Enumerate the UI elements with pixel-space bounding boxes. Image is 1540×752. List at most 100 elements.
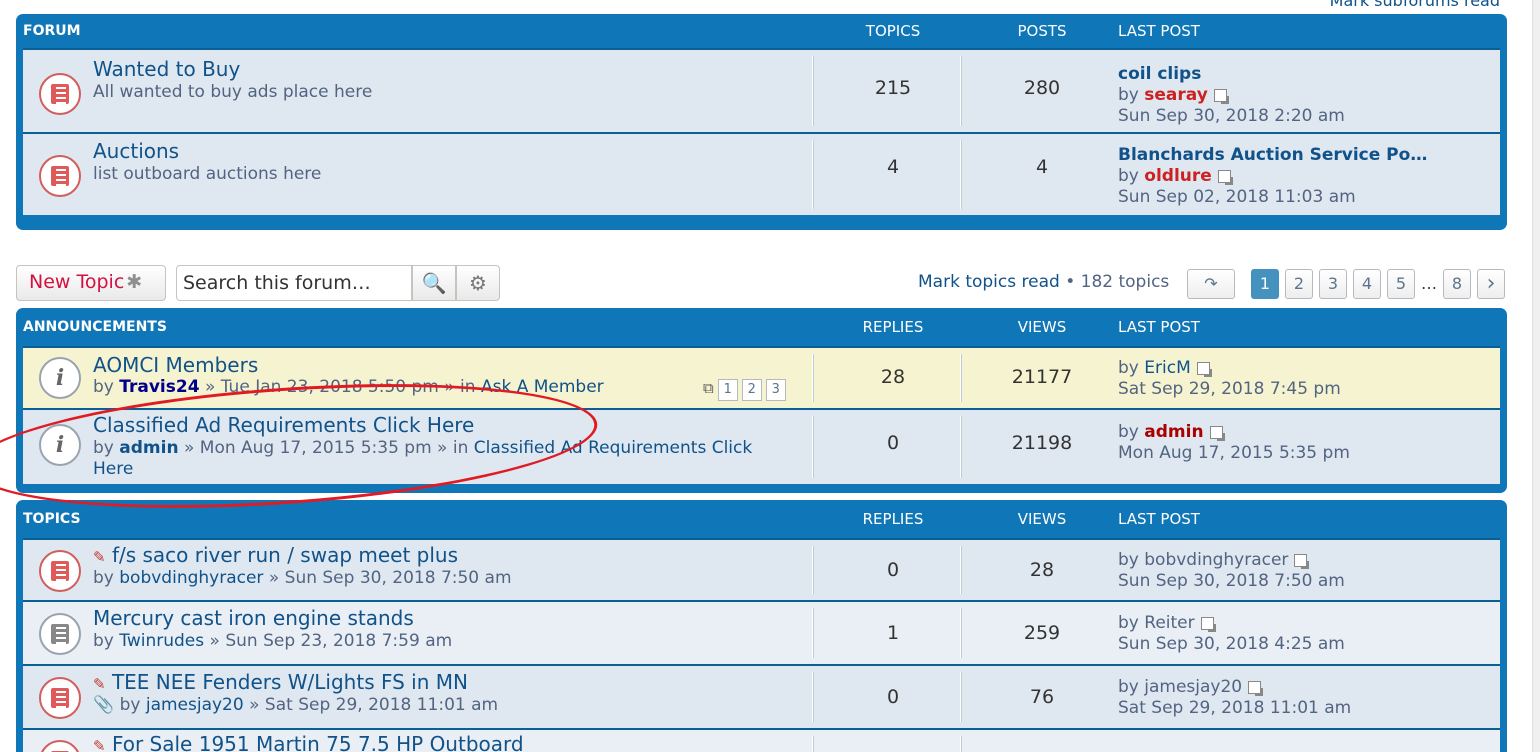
- topic-date: » Mon Aug 17, 2015 5:35 pm » in: [183, 438, 469, 458]
- view-latest-post-icon[interactable]: [1248, 680, 1264, 696]
- views-count: 21177: [1011, 366, 1073, 388]
- last-post-user[interactable]: Reiter: [1144, 613, 1194, 633]
- search-icon: 🔍: [421, 271, 447, 295]
- topic-title[interactable]: For Sale 1951 Martin 75 7.5 HP Outboard: [112, 732, 524, 752]
- mark-topics-read-link[interactable]: Mark topics read: [918, 272, 1060, 292]
- search-button[interactable]: 🔍: [412, 265, 456, 301]
- forum-row[interactable]: Auctions list outboard auctions here 4 4…: [23, 132, 1500, 215]
- gear-icon: ⚙: [469, 271, 487, 295]
- view-latest-post-icon[interactable]: [1200, 616, 1216, 632]
- topic-row[interactable]: ✎ TEE NEE Fenders W/Lights FS in MN 📎 by…: [23, 664, 1500, 728]
- info-icon: i: [39, 357, 81, 399]
- forum-last-post: coil clips by searay Sun Sep 30, 2018 2:…: [1118, 64, 1345, 127]
- topic-author[interactable]: bobvdinghyracer: [119, 568, 263, 588]
- topic-author[interactable]: Twinrudes: [119, 631, 204, 651]
- by-label: by: [93, 568, 114, 588]
- by-label: by: [1118, 422, 1139, 442]
- last-post-date: Mon Aug 17, 2015 5:35 pm: [1118, 443, 1350, 463]
- header-last-post: LAST POST: [1118, 22, 1200, 40]
- page-3-button[interactable]: 3: [1319, 269, 1347, 299]
- topics-count: 182 topics: [1080, 272, 1170, 292]
- topic-author[interactable]: jamesjay20: [146, 695, 244, 715]
- attachment-icon: 📎: [93, 695, 115, 715]
- last-post-title[interactable]: Blanchards Auction Service Po…: [1118, 145, 1427, 166]
- last-post-user[interactable]: searay: [1144, 85, 1208, 105]
- announcement-row[interactable]: i Classified Ad Requirements Click Here …: [23, 408, 1500, 484]
- header-topics: TOPICS: [865, 22, 921, 40]
- topic-title[interactable]: Mercury cast iron engine stands: [93, 606, 414, 630]
- last-post-user[interactable]: bobvdinghyracer: [1144, 550, 1288, 570]
- topic-title-wrap: ✎ For Sale 1951 Martin 75 7.5 HP Outboar…: [93, 732, 524, 752]
- topic-read-icon: [39, 740, 81, 752]
- forum-description: list outboard auctions here: [93, 164, 322, 184]
- forum-title[interactable]: Auctions: [93, 139, 179, 163]
- column-divider: [812, 672, 814, 722]
- last-post-date: Sat Sep 29, 2018 7:45 pm: [1118, 379, 1341, 399]
- jump-to-page-button[interactable]: ↷: [1187, 269, 1235, 299]
- by-label: by: [1118, 550, 1139, 570]
- views-count: 21198: [1011, 432, 1073, 454]
- page-5-button[interactable]: 5: [1387, 269, 1415, 299]
- topic-meta: by bobvdinghyracer » Sun Sep 30, 2018 7:…: [93, 568, 512, 588]
- view-latest-post-icon[interactable]: [1209, 425, 1225, 441]
- column-divider: [960, 416, 962, 478]
- header-forum: FORUM: [23, 23, 81, 39]
- topic-title[interactable]: f/s saco river run / swap meet plus: [112, 543, 458, 567]
- page-4-button[interactable]: 4: [1353, 269, 1381, 299]
- mark-subforums-read-link[interactable]: Mark subforums read: [1330, 0, 1500, 10]
- mini-page-2[interactable]: 2: [741, 379, 762, 401]
- topic-row[interactable]: Mercury cast iron engine stands by Twinr…: [23, 600, 1500, 664]
- topic-forum-link[interactable]: Ask A Member: [481, 377, 604, 397]
- search-forum-input[interactable]: [176, 265, 412, 301]
- page-scrollbar[interactable]: [1532, 0, 1540, 752]
- by-label: by: [1118, 166, 1139, 186]
- topic-author[interactable]: Travis24: [119, 377, 199, 397]
- forum-topics-count: 215: [874, 77, 912, 99]
- page-8-button[interactable]: 8: [1443, 269, 1471, 299]
- next-page-button[interactable]: ›: [1477, 269, 1505, 299]
- topic-row[interactable]: ✎ For Sale 1951 Martin 75 7.5 HP Outboar…: [23, 728, 1500, 752]
- column-divider: [960, 354, 962, 402]
- mini-page-1[interactable]: 1: [717, 379, 738, 401]
- by-label: by: [119, 695, 141, 715]
- topic-title-wrap: ✎ TEE NEE Fenders W/Lights FS in MN: [93, 670, 468, 694]
- header-views: VIEWS: [1017, 510, 1067, 528]
- last-post-user[interactable]: jamesjay20: [1144, 677, 1242, 697]
- mini-page-3[interactable]: 3: [765, 379, 786, 401]
- topic-last-post: by admin Mon Aug 17, 2015 5:35 pm: [1118, 422, 1350, 464]
- last-post-date: Sat Sep 29, 2018 11:01 am: [1118, 698, 1352, 718]
- topic-last-post: by jamesjay20 Sat Sep 29, 2018 11:01 am: [1118, 677, 1351, 719]
- view-latest-post-icon[interactable]: [1294, 553, 1310, 569]
- topic-title[interactable]: AOMCI Members: [93, 353, 258, 377]
- last-post-date: Sun Sep 30, 2018 7:50 am: [1118, 571, 1345, 591]
- column-divider: [812, 140, 814, 209]
- by-label: by: [1118, 358, 1139, 378]
- topic-author[interactable]: admin: [119, 438, 178, 458]
- last-post-user[interactable]: admin: [1144, 422, 1203, 442]
- view-latest-post-icon[interactable]: [1217, 169, 1233, 185]
- column-divider: [812, 546, 814, 594]
- page-1-button[interactable]: 1: [1251, 269, 1279, 299]
- forum-title[interactable]: Wanted to Buy: [93, 57, 240, 81]
- asterisk-icon: ✱: [126, 271, 143, 293]
- last-post-user[interactable]: oldlure: [1144, 166, 1212, 186]
- announcement-row[interactable]: i AOMCI Members by Travis24 » Tue Jan 23…: [23, 346, 1500, 408]
- forum-topics-count: 4: [886, 156, 900, 178]
- forum-read-icon: [39, 155, 81, 197]
- new-topic-button[interactable]: New Topic ✱: [16, 265, 166, 301]
- topic-last-post: by Reiter Sun Sep 30, 2018 4:25 am: [1118, 613, 1345, 655]
- topic-title[interactable]: TEE NEE Fenders W/Lights FS in MN: [112, 670, 468, 694]
- topic-row[interactable]: ✎ f/s saco river run / swap meet plus by…: [23, 538, 1500, 600]
- pages-icon: ⧉: [703, 379, 714, 397]
- page-2-button[interactable]: 2: [1285, 269, 1313, 299]
- last-post-title[interactable]: coil clips: [1118, 64, 1345, 85]
- view-latest-post-icon[interactable]: [1196, 361, 1212, 377]
- replies-count: 0: [886, 432, 900, 454]
- header-replies: REPLIES: [862, 510, 924, 528]
- forum-row[interactable]: Wanted to Buy All wanted to buy ads plac…: [23, 48, 1500, 132]
- last-post-user[interactable]: EricM: [1144, 358, 1190, 378]
- topic-title[interactable]: Classified Ad Requirements Click Here: [93, 413, 474, 437]
- header-views: VIEWS: [1017, 318, 1067, 336]
- advanced-search-button[interactable]: ⚙: [456, 265, 500, 301]
- view-latest-post-icon[interactable]: [1213, 88, 1229, 104]
